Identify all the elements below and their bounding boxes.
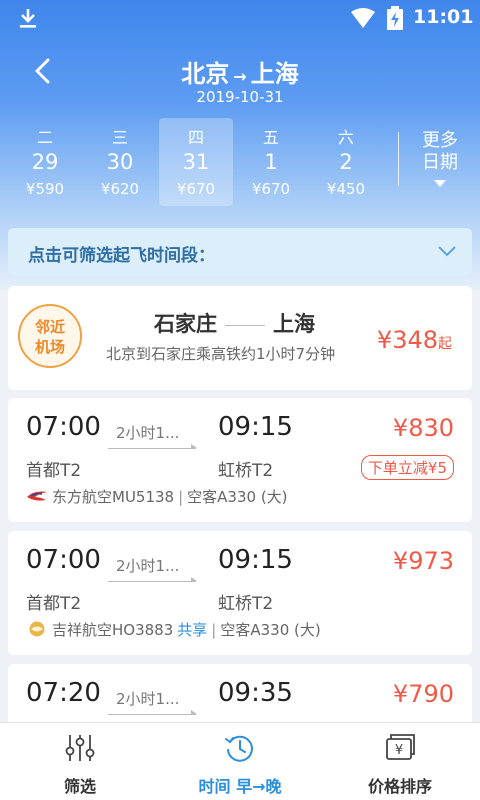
tab-label: 价格排序 bbox=[367, 777, 432, 796]
status-bar: 11:01 bbox=[0, 0, 480, 36]
nearby-price: ¥348起 bbox=[377, 326, 452, 354]
route-dash bbox=[225, 324, 265, 326]
flight-card[interactable]: 07:00 2小时1... 09:15 ¥973 首都T2 虹桥T2 吉祥航空H… bbox=[8, 531, 472, 655]
date-day: 1 bbox=[264, 150, 278, 174]
nearby-description: 北京到石家庄乘高铁约1小时7分钟 bbox=[106, 345, 336, 363]
date-price: ¥620 bbox=[100, 180, 140, 198]
nearby-price-value: ¥348 bbox=[376, 326, 438, 354]
wifi-icon bbox=[351, 8, 375, 28]
flight-info: 东方航空MU5138 | 空客A330 (大) bbox=[26, 486, 288, 507]
nearby-price-suffix: 起 bbox=[438, 336, 452, 352]
date-day: 29 bbox=[31, 150, 59, 174]
date-item-selected[interactable]: 四 31 ¥670 bbox=[159, 118, 233, 206]
china-eastern-logo-icon bbox=[27, 491, 47, 501]
airline-flight-number: 东方航空MU5138 bbox=[52, 488, 175, 506]
date-divider bbox=[398, 132, 399, 186]
departure-time: 07:20 bbox=[26, 678, 101, 708]
aircraft-type: 空客A330 (大) bbox=[220, 621, 321, 639]
flight-info: 吉祥航空HO3883 共享 | 空客A330 (大) bbox=[26, 619, 321, 640]
date-day: 30 bbox=[106, 150, 134, 174]
badge-line1: 邻近 bbox=[34, 318, 65, 336]
date-weekday: 六 bbox=[337, 128, 354, 147]
bottom-tab-bar: 筛选 时间 早→晚 ¥ 价格排序 bbox=[0, 722, 480, 800]
flight-price: ¥973 bbox=[392, 547, 454, 575]
tab-filter[interactable]: 筛选 bbox=[0, 723, 160, 800]
info-separator: | bbox=[211, 621, 217, 639]
route-date: 2019-10-31 bbox=[196, 88, 284, 106]
juneyao-logo-icon bbox=[29, 621, 45, 637]
flight-price: ¥830 bbox=[392, 414, 454, 442]
flight-duration: 2小时1... bbox=[116, 690, 180, 708]
departure-airport: 首都T2 bbox=[26, 594, 82, 614]
route-arrow: → bbox=[233, 67, 247, 86]
date-price: ¥670 bbox=[176, 180, 216, 198]
arrival-time: 09:35 bbox=[218, 678, 293, 708]
duration-arrow-icon bbox=[191, 444, 197, 448]
date-weekday: 二 bbox=[36, 128, 53, 147]
badge-line2: 机场 bbox=[34, 338, 65, 356]
more-dates-line2: 日期 bbox=[422, 152, 458, 173]
flight-card[interactable]: 07:00 2小时1... 09:15 ¥830 首都T2 虹桥T2 下单立减¥… bbox=[8, 398, 472, 522]
more-dates-button[interactable]: 更多 日期 bbox=[412, 130, 468, 187]
tab-label: 时间 早→晚 bbox=[198, 777, 282, 796]
route-to: 上海 bbox=[250, 60, 299, 88]
sliders-icon bbox=[65, 735, 95, 761]
promo-badge: 下单立减¥5 bbox=[360, 455, 454, 480]
more-dates-line1: 更多 bbox=[422, 130, 458, 151]
nearby-airport-badge: 邻近 机场 bbox=[18, 304, 82, 368]
arrival-time: 09:15 bbox=[218, 545, 293, 575]
nearby-to: 上海 bbox=[273, 312, 315, 336]
date-weekday: 四 bbox=[187, 128, 204, 147]
tab-label: 筛选 bbox=[63, 777, 96, 796]
airline-flight-number: 吉祥航空HO3883 bbox=[52, 621, 174, 639]
date-item[interactable]: 五 1 ¥670 bbox=[234, 118, 308, 206]
date-item[interactable]: 三 30 ¥620 bbox=[83, 118, 157, 206]
date-day: 2 bbox=[339, 150, 353, 174]
nearby-from: 石家庄 bbox=[154, 312, 217, 336]
download-icon bbox=[20, 9, 36, 28]
price-tag-icon: ¥ bbox=[386, 734, 415, 760]
flight-duration: 2小时1... bbox=[116, 557, 180, 575]
time-filter-label: 点击可筛选起飞时间段： bbox=[28, 246, 215, 266]
date-day: 31 bbox=[182, 150, 210, 174]
info-separator: | bbox=[178, 488, 184, 506]
tab-price-sort[interactable]: ¥ 价格排序 bbox=[320, 723, 480, 800]
date-price: ¥450 bbox=[326, 180, 366, 198]
arrival-airport: 虹桥T2 bbox=[218, 461, 274, 481]
nearby-airport-card[interactable]: 邻近 机场 石家庄 上海 北京到石家庄乘高铁约1小时7分钟 ¥348起 bbox=[8, 286, 472, 390]
date-price: ¥670 bbox=[251, 180, 291, 198]
duration-arrow-icon bbox=[191, 710, 197, 714]
date-price: ¥590 bbox=[25, 180, 65, 198]
date-item[interactable]: 二 29 ¥590 bbox=[8, 118, 82, 206]
time-filter-bar[interactable]: 点击可筛选起飞时间段： bbox=[8, 228, 472, 276]
svg-text:¥: ¥ bbox=[395, 743, 403, 758]
duration-line bbox=[108, 714, 196, 715]
flight-price: ¥790 bbox=[392, 680, 454, 708]
chevron-down-icon bbox=[438, 246, 456, 257]
date-weekday: 三 bbox=[111, 128, 128, 147]
departure-time: 07:00 bbox=[26, 412, 101, 442]
departure-airport: 首都T2 bbox=[26, 461, 82, 481]
battery-icon bbox=[387, 6, 403, 30]
tab-time-sort[interactable]: 时间 早→晚 bbox=[160, 723, 320, 800]
codeshare-label: 共享 bbox=[177, 621, 208, 639]
duration-line bbox=[108, 448, 196, 449]
status-time: 11:01 bbox=[413, 6, 474, 28]
route-title: 北京 → 上海 bbox=[0, 54, 480, 89]
arrival-airport: 虹桥T2 bbox=[218, 594, 274, 614]
caret-down-icon bbox=[434, 180, 446, 187]
date-item[interactable]: 六 2 ¥450 bbox=[309, 118, 383, 206]
duration-arrow-icon bbox=[191, 577, 197, 581]
arrival-time: 09:15 bbox=[218, 412, 293, 442]
departure-time: 07:00 bbox=[26, 545, 101, 575]
route-from: 北京 bbox=[181, 60, 230, 88]
date-weekday: 五 bbox=[262, 128, 279, 147]
nearby-route: 石家庄 上海 bbox=[154, 308, 315, 338]
duration-line bbox=[108, 581, 196, 582]
aircraft-type: 空客A330 (大) bbox=[187, 488, 288, 506]
flight-duration: 2小时1... bbox=[116, 424, 180, 442]
clock-history-icon bbox=[225, 735, 253, 762]
